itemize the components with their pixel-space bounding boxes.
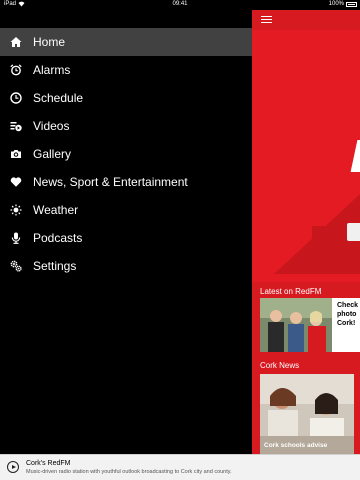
menu-item-settings[interactable]: Settings (0, 252, 252, 280)
alarm-clock-icon (9, 63, 23, 77)
menu-label-alarms: Alarms (33, 63, 71, 77)
battery-percent: 100% (328, 1, 344, 7)
now-playing-bar[interactable]: Cork's RedFM Music-driven radio station … (0, 454, 360, 480)
menu-label-podcasts: Podcasts (33, 231, 83, 245)
menu-label-home: Home (33, 35, 66, 49)
news-caption: Cork schools advise (264, 442, 328, 449)
menu-item-home[interactable]: Home (0, 28, 252, 56)
hamburger-menu-icon[interactable] (261, 16, 272, 24)
news-section-title: Cork News (260, 361, 300, 370)
menu-label-schedule: Schedule (33, 91, 84, 105)
home-icon (9, 35, 23, 49)
menu-item-news-sport-entertainment[interactable]: News, Sport & Entertainment (0, 168, 252, 196)
menu-item-videos[interactable]: Videos (0, 112, 252, 140)
status-bar: iPad 09:41 100% (0, 0, 360, 10)
menu-item-podcasts[interactable]: Podcasts (0, 224, 252, 252)
main-content: Latest on RedFM Check photo Cork! Cork N… (252, 10, 360, 454)
navigation-drawer: Home Alarms Schedule Videos Gallery News… (0, 10, 252, 454)
news-section: Cork News Cork schools advise (252, 356, 360, 454)
battery-icon (346, 2, 357, 7)
latest-card-line-1: Check (337, 302, 359, 309)
latest-card-text[interactable]: Check photo Cork! (332, 298, 360, 352)
menu-label-videos: Videos (33, 119, 70, 133)
latest-card-line-2: photo (337, 311, 357, 318)
play-icon[interactable] (7, 461, 19, 473)
top-bar (252, 10, 360, 30)
redfm-logo (350, 140, 360, 172)
clock-icon (9, 91, 23, 105)
menu-label-weather: Weather (33, 203, 79, 217)
menu-label-news: News, Sport & Entertainment (33, 175, 188, 189)
sun-icon (9, 203, 23, 217)
menu-label-gallery: Gallery (33, 147, 72, 161)
hero-button[interactable] (347, 223, 360, 241)
latest-section: Latest on RedFM Check photo Cork! (252, 282, 360, 362)
menu-item-gallery[interactable]: Gallery (0, 140, 252, 168)
latest-section-title: Latest on RedFM (260, 287, 322, 296)
clock-time: 09:41 (172, 1, 188, 7)
camera-icon (9, 147, 23, 161)
gears-icon (9, 259, 23, 273)
menu-item-schedule[interactable]: Schedule (0, 84, 252, 112)
microphone-icon (9, 231, 23, 245)
station-name: Cork's RedFM (26, 460, 71, 467)
latest-card-line-3: Cork! (337, 320, 356, 327)
latest-card-photo[interactable] (260, 298, 332, 352)
menu-item-alarms[interactable]: Alarms (0, 56, 252, 84)
video-playlist-icon (9, 119, 23, 133)
menu-label-settings: Settings (33, 259, 77, 273)
hero-banner[interactable] (252, 30, 360, 288)
menu-item-weather[interactable]: Weather (0, 196, 252, 224)
heart-icon (9, 175, 23, 189)
station-description: Music-driven radio station with youthful… (26, 469, 232, 475)
